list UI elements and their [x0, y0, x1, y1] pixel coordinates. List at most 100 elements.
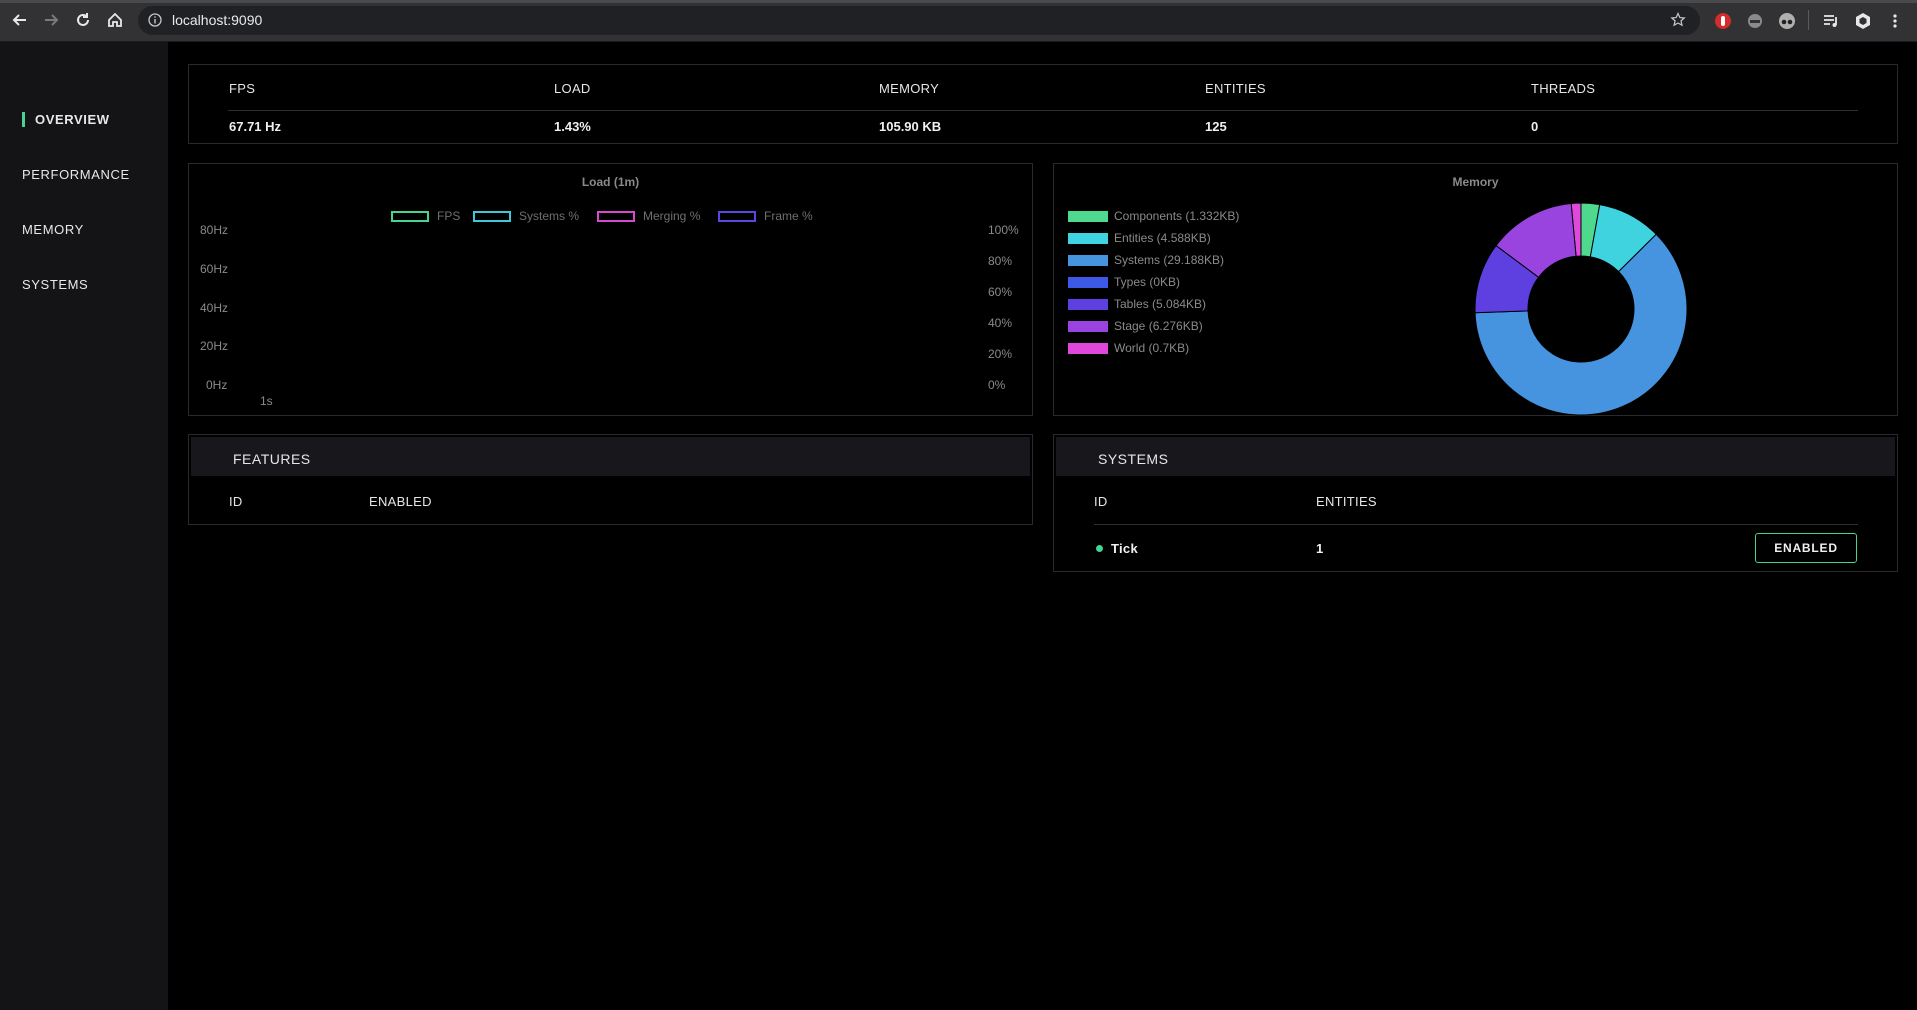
legend-item-frame[interactable]: Frame % [718, 209, 813, 223]
stat-value-entities: 125 [1205, 119, 1227, 134]
system-entities: 1 [1316, 541, 1324, 556]
url-text: localhost:9090 [172, 12, 263, 28]
legend-swatch-fps [391, 210, 429, 222]
load-chart-title: Load (1m) [581, 175, 640, 189]
features-header-bar: FEATURES [191, 437, 1030, 476]
y-left-tick: 80Hz [200, 223, 229, 237]
tab-strip-edge [0, 0, 1917, 3]
memory-legend-swatch [1068, 254, 1108, 266]
address-bar[interactable]: localhost:9090 [138, 6, 1700, 35]
sidebar-item-memory[interactable]: MEMORY [22, 222, 84, 237]
systems-header-divider [1094, 524, 1858, 525]
legend-swatch-frame [718, 210, 756, 222]
stats-panel: FPS LOAD MEMORY ENTITIES THREADS 67.71 H… [188, 64, 1898, 144]
y-right-tick: 0% [988, 378, 1006, 392]
y-left-tick: 0Hz [206, 378, 228, 392]
status-indicator [1096, 545, 1103, 552]
memory-donut-chart [1474, 202, 1688, 416]
playlist-icon[interactable] [1822, 12, 1840, 30]
x-tick: 1s [260, 394, 273, 408]
stat-value-memory: 105.90 KB [879, 119, 942, 134]
legend-label-merging: Merging % [643, 209, 701, 223]
system-enabled-toggle[interactable]: ENABLED [1755, 533, 1857, 563]
systems-panel: SYSTEMS ID ENTITIES Tick 1 ENABLED [1053, 434, 1898, 572]
y-right-tick: 60% [988, 285, 1013, 299]
features-col-id: ID [229, 494, 243, 509]
memory-legend-item[interactable]: Tables (5.084KB) [1068, 297, 1206, 311]
extension-incognito-icon[interactable] [1746, 12, 1764, 30]
y-right-tick: 20% [988, 347, 1013, 361]
y-right-tick: 80% [988, 254, 1013, 268]
stat-label-load: LOAD [554, 81, 591, 96]
memory-legend-item[interactable]: World (0.7KB) [1068, 341, 1189, 355]
stats-divider [228, 110, 1858, 111]
load-chart-panel: Load (1m) FPS Systems % Merging % Frame … [188, 163, 1033, 416]
toolbar-separator [1808, 10, 1809, 30]
memory-legend-label: World (0.7KB) [1114, 341, 1190, 355]
stat-label-threads: THREADS [1531, 81, 1596, 96]
memory-legend-label: Tables (5.084KB) [1114, 297, 1207, 311]
legend-swatch-systems [473, 210, 511, 222]
legend-item-systems[interactable]: Systems % [473, 209, 579, 223]
features-title: FEATURES [233, 451, 311, 467]
extension-unity-icon[interactable] [1854, 12, 1872, 30]
systems-col-id: ID [1094, 494, 1108, 509]
memory-legend-swatch [1068, 232, 1108, 244]
legend-item-fps[interactable]: FPS [391, 209, 460, 223]
y-left-tick: 20Hz [200, 339, 229, 353]
memory-legend-label: Stage (6.276KB) [1114, 319, 1203, 333]
y-left-tick: 60Hz [200, 262, 229, 276]
systems-title: SYSTEMS [1098, 451, 1169, 467]
browser-menu-icon[interactable] [1886, 12, 1904, 30]
legend-label-fps: FPS [437, 209, 461, 223]
memory-legend-swatch [1068, 342, 1108, 354]
systems-col-entities: ENTITIES [1316, 494, 1377, 509]
stat-value-fps: 67.71 Hz [229, 119, 282, 134]
legend-swatch-merging [597, 210, 635, 222]
y-left-tick: 40Hz [200, 301, 229, 315]
site-info-icon[interactable] [148, 13, 162, 27]
sidebar: OVERVIEW PERFORMANCE MEMORY SYSTEMS [0, 42, 168, 1010]
reload-icon[interactable] [72, 9, 94, 31]
memory-legend-item[interactable]: Types (0KB) [1068, 275, 1180, 289]
memory-chart-panel: Memory Components (1.332KB) Entities (4.… [1053, 163, 1898, 416]
features-col-enabled: ENABLED [369, 494, 432, 509]
y-right-tick: 100% [988, 223, 1019, 237]
memory-legend-swatch [1068, 210, 1108, 222]
system-id: Tick [1111, 541, 1138, 556]
memory-legend-item[interactable]: Entities (4.588KB) [1068, 231, 1211, 245]
sidebar-item-performance[interactable]: PERFORMANCE [22, 167, 130, 182]
active-nav-marker [22, 112, 25, 127]
legend-label-frame: Frame % [764, 209, 813, 223]
features-panel: FEATURES ID ENABLED [188, 434, 1033, 525]
memory-legend-item[interactable]: Stage (6.276KB) [1068, 319, 1203, 333]
memory-legend-label: Entities (4.588KB) [1114, 231, 1211, 245]
memory-legend-swatch [1068, 298, 1108, 310]
back-arrow-icon[interactable] [9, 9, 31, 31]
stat-value-threads: 0 [1531, 119, 1539, 134]
bookmark-star-icon[interactable] [1670, 12, 1686, 28]
y-right-tick: 40% [988, 316, 1013, 330]
forward-arrow-icon[interactable] [40, 9, 62, 31]
stat-label-fps: FPS [229, 81, 256, 96]
legend-item-merging[interactable]: Merging % [597, 209, 700, 223]
extension-glasses-icon[interactable] [1778, 12, 1796, 30]
memory-legend-label: Systems (29.188KB) [1114, 253, 1225, 267]
memory-legend-label: Components (1.332KB) [1114, 209, 1240, 223]
memory-legend-swatch [1068, 276, 1108, 288]
memory-legend-label: Types (0KB) [1114, 275, 1181, 289]
stat-label-entities: ENTITIES [1205, 81, 1266, 96]
memory-legend-swatch [1068, 320, 1108, 332]
browser-toolbar: localhost:9090 [0, 0, 1917, 42]
memory-legend-item[interactable]: Components (1.332KB) [1068, 209, 1239, 223]
stat-value-load: 1.43% [554, 119, 591, 134]
home-icon[interactable] [104, 9, 126, 31]
extension-stop-icon[interactable] [1714, 12, 1732, 30]
memory-chart-title: Memory [1452, 175, 1499, 189]
memory-legend-item[interactable]: Systems (29.188KB) [1068, 253, 1224, 267]
systems-header-bar: SYSTEMS [1056, 437, 1895, 476]
stat-label-memory: MEMORY [879, 81, 940, 96]
sidebar-item-systems[interactable]: SYSTEMS [22, 277, 88, 292]
sidebar-item-overview[interactable]: OVERVIEW [35, 112, 110, 127]
legend-label-systems: Systems % [519, 209, 580, 223]
